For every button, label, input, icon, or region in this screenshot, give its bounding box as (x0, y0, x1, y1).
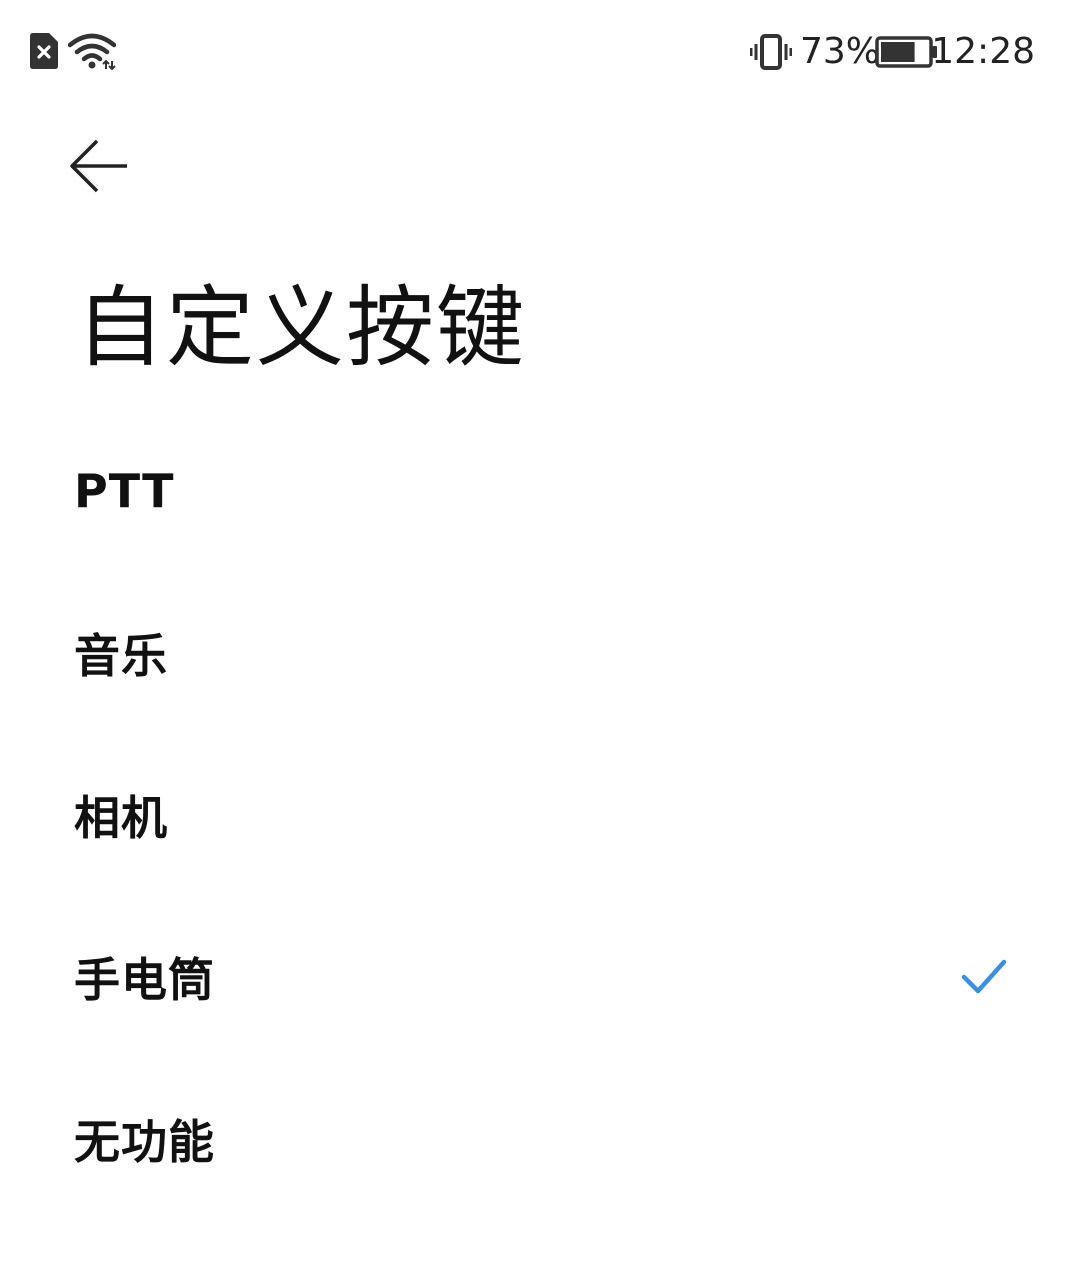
option-flashlight[interactable]: 手电筒 (0, 896, 1080, 1058)
sim-card-icon (30, 33, 58, 69)
battery-percentage: 73% (800, 31, 881, 72)
options-list: PTT 音乐 相机 手电筒 无功能 (0, 410, 1080, 1220)
check-icon (961, 959, 1007, 994)
option-camera[interactable]: 相机 (0, 734, 1080, 896)
option-label: 无功能 (74, 1115, 215, 1169)
option-label: 音乐 (74, 629, 168, 683)
battery-icon (875, 36, 937, 68)
option-no-function[interactable]: 无功能 (0, 1058, 1080, 1220)
back-button[interactable] (62, 130, 136, 202)
option-ptt[interactable]: PTT (0, 410, 1080, 572)
page-title: 自定义按键 (76, 276, 527, 379)
status-bar: 73% 12:28 (0, 0, 1080, 104)
option-label: 相机 (74, 791, 168, 845)
option-label: PTT (74, 464, 175, 518)
back-arrow-icon (70, 139, 127, 193)
option-music[interactable]: 音乐 (0, 572, 1080, 734)
wifi-icon (68, 33, 116, 71)
option-label: 手电筒 (74, 953, 215, 1007)
vibrate-icon (750, 34, 792, 70)
clock: 12:28 (931, 31, 1035, 72)
